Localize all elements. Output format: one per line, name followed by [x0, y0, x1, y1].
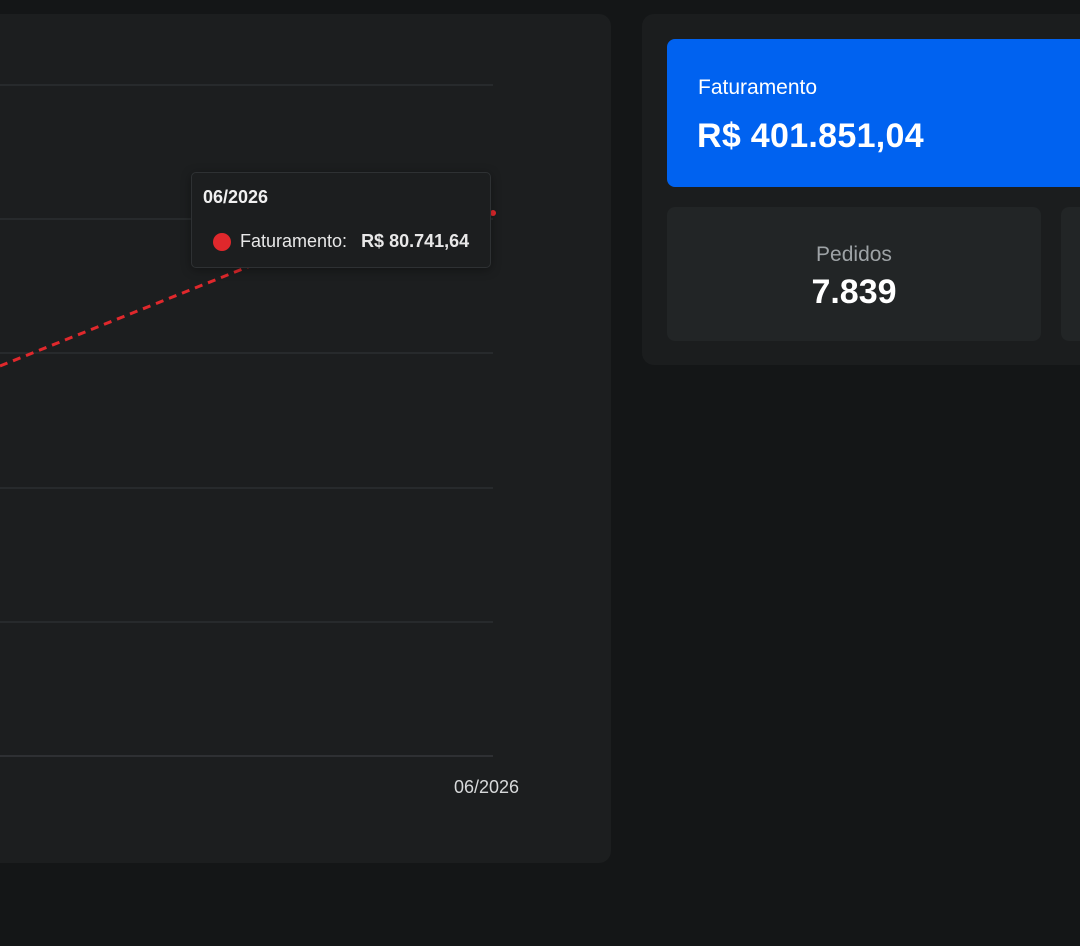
revenue-kpi-card: Faturamento R$ 401.851,04: [667, 39, 1080, 187]
revenue-kpi-label: Faturamento: [698, 76, 818, 99]
next-kpi-card: [1061, 207, 1080, 341]
x-tick-label: 06/2026: [454, 777, 520, 797]
tooltip-row: Faturamento: R$ 80.741,64: [213, 231, 469, 252]
series-marker-dot-icon: [213, 232, 231, 251]
tooltip-title: 06/2026: [203, 187, 269, 207]
orders-kpi-card: Pedidos 7.839: [667, 207, 1041, 341]
tooltip-series-label: Faturamento:: [240, 231, 348, 251]
revenue-kpi-value: R$ 401.851,04: [697, 117, 924, 155]
tooltip-value: R$ 80.741,64: [361, 231, 470, 251]
chart-tooltip: 06/2026 Faturamento: R$ 80.741,64: [191, 172, 491, 268]
orders-kpi-label: Pedidos: [816, 243, 892, 266]
orders-kpi-value: 7.839: [811, 273, 897, 311]
